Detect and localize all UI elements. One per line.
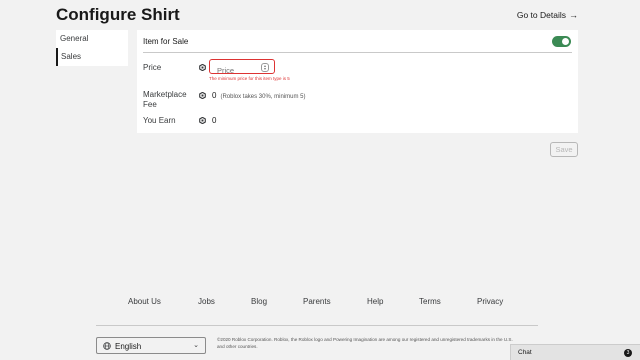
price-label: Price	[143, 63, 162, 72]
chat-badge: 3	[624, 349, 632, 357]
robux-icon	[199, 92, 206, 99]
footer-link-blog[interactable]: Blog	[251, 297, 267, 306]
robux-icon	[199, 117, 206, 124]
sidebar-item-general[interactable]: General	[56, 30, 128, 48]
sidebar-nav: General Sales	[56, 30, 128, 66]
go-to-details-label: Go to Details	[516, 10, 566, 20]
footer-divider	[96, 325, 538, 326]
sales-panel: Item for Sale Price ▴▾ The minimum price…	[137, 30, 578, 133]
globe-icon	[103, 342, 111, 350]
price-error-message: The minimum price for this item type is …	[209, 76, 290, 81]
spinner-icon[interactable]: ▴ ▾	[261, 63, 269, 72]
price-input-field[interactable]: ▴▾	[209, 59, 275, 76]
item-for-sale-label: Item for Sale	[143, 37, 189, 46]
marketplace-fee-value-row: 0 (Roblox takes 30%, minimum 5)	[212, 91, 305, 100]
arrow-right-icon: →	[569, 10, 578, 20]
price-input[interactable]	[215, 65, 263, 76]
divider	[143, 52, 572, 53]
footer-links: About Us Jobs Blog Parents Help Terms Pr…	[0, 297, 640, 309]
robux-icon	[199, 64, 206, 71]
footer-link-help[interactable]: Help	[367, 297, 383, 306]
footer-link-parents[interactable]: Parents	[303, 297, 331, 306]
footer-link-jobs[interactable]: Jobs	[198, 297, 215, 306]
save-button[interactable]: Save	[550, 142, 578, 157]
page-title: Configure Shirt	[56, 5, 180, 24]
marketplace-fee-label: Marketplace Fee	[143, 90, 187, 109]
item-for-sale-toggle[interactable]	[552, 36, 571, 47]
footer-link-privacy[interactable]: Privacy	[477, 297, 503, 306]
footer-link-terms[interactable]: Terms	[419, 297, 441, 306]
you-earn-label: You Earn	[143, 116, 176, 125]
marketplace-fee-note: (Roblox takes 30%, minimum 5)	[220, 94, 306, 100]
sidebar-item-sales[interactable]: Sales	[56, 48, 128, 66]
chevron-down-icon: ⌄	[193, 342, 199, 349]
language-selector[interactable]: English ⌄	[96, 337, 206, 354]
go-to-details-link[interactable]: Go to Details →	[517, 10, 578, 20]
footer-link-about-us[interactable]: About Us	[128, 297, 161, 306]
chat-bar[interactable]: Chat 3	[510, 344, 640, 360]
marketplace-fee-value: 0	[212, 91, 217, 100]
chat-label: Chat	[518, 349, 532, 356]
you-earn-value: 0	[212, 116, 217, 125]
toggle-knob	[562, 38, 569, 45]
language-label: English	[115, 342, 142, 351]
copyright-text: ©2020 Roblox Corporation. Roblox, the Ro…	[217, 337, 513, 349]
